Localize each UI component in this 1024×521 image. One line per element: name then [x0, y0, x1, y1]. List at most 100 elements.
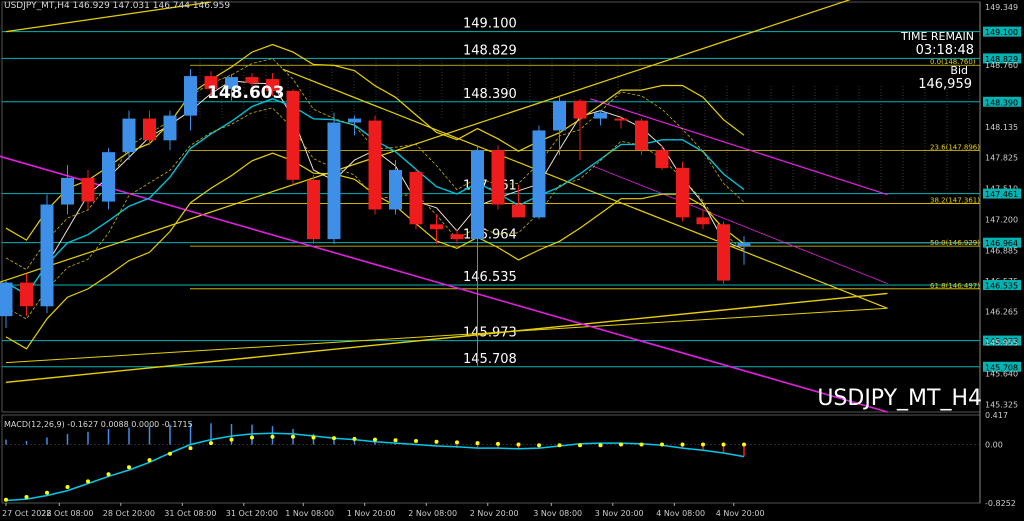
y-tick-label: 147.200	[985, 215, 1018, 224]
x-tick-label: 4 Nov 08:00	[656, 509, 705, 518]
candle-body	[184, 76, 197, 116]
candle-body	[61, 177, 74, 205]
macd-signal-dot	[188, 446, 193, 451]
macd-signal-dot	[537, 443, 541, 448]
macd-signal-dot	[86, 479, 90, 484]
candle-body	[102, 152, 115, 202]
x-tick-label: 2 Nov 08:00	[408, 509, 457, 518]
x-tick-label: 3 Nov 08:00	[533, 509, 582, 518]
level-label: 149.100	[463, 17, 517, 32]
candle-body	[594, 112, 607, 119]
candle-body	[81, 177, 95, 202]
y-tick-label: 147.825	[985, 154, 1018, 163]
macd-signal-dot	[496, 441, 500, 446]
candle-body	[348, 118, 361, 123]
macd-signal-dot	[270, 434, 275, 439]
macd-signal-dot	[393, 438, 398, 443]
macd-signal-dot	[660, 442, 664, 447]
candle-body	[368, 120, 382, 210]
time-remain-panel: TIME REMAIN 03:18:48	[901, 30, 974, 58]
fib-label: 61.8(146.497)	[930, 282, 980, 290]
candle-body	[430, 224, 443, 230]
macd-signal-dot	[701, 442, 705, 447]
x-tick-label: 28 Oct 20:00	[103, 509, 155, 518]
macd-signal-dot	[434, 439, 439, 444]
bid-label: Bid	[950, 64, 968, 77]
x-tick-label: 2 Nov 20:00	[470, 509, 519, 518]
macd-signal-dot	[24, 494, 29, 499]
macd-signal-dot	[229, 437, 234, 442]
macd-signal-dot	[557, 443, 562, 448]
price-chart[interactable]: 149.349 149.100 148.829 148.760 148.390 148.1…	[0, 0, 1024, 521]
macd-header: MACD(12,26,9) -0.1627 0.0088 0.0000 -0.1…	[4, 420, 193, 429]
trend-line	[5, 292, 888, 384]
trend-line	[590, 98, 888, 196]
candle-body	[307, 179, 320, 240]
macd-signal-dot	[475, 441, 480, 446]
candle-body	[327, 122, 341, 240]
macd-signal-dot	[352, 436, 357, 441]
y-tick-label: 145.325	[985, 401, 1018, 410]
x-tick-label: 1 Nov 08:00	[285, 509, 334, 518]
macd-signal-dot	[332, 436, 336, 441]
level-label: 146.535	[463, 270, 517, 285]
y-tick-label: 145.640	[985, 369, 1018, 378]
candle-body	[635, 120, 648, 151]
chart-header: USDJPY_MT,H4 146.929 147.031 146.744 146…	[4, 1, 231, 11]
time-remain-value: 03:18:48	[915, 43, 974, 58]
macd-signal-dot	[106, 472, 111, 477]
x-tick-label: 1 Nov 20:00	[347, 509, 396, 518]
y-tick-label: 146.885	[985, 246, 1018, 255]
candle-body	[0, 282, 13, 317]
macd-y-tick-label: 0.417	[985, 411, 1008, 420]
macd-signal-dot	[598, 443, 603, 448]
macd-signal-dot	[147, 458, 152, 463]
candle-body	[573, 100, 587, 119]
candle-body	[40, 204, 54, 307]
x-tick-label: 31 Oct 08:00	[164, 509, 216, 518]
macd-signal-dot	[168, 451, 172, 456]
y-tick-label: 146.535	[985, 282, 1018, 291]
macd-signal-dot	[311, 435, 316, 440]
y-tick-label: 149.349	[985, 3, 1018, 12]
candle-body	[20, 282, 33, 307]
candle-body	[614, 118, 628, 121]
macd-signal-dot	[742, 442, 746, 447]
macd-signal-dot	[578, 443, 582, 448]
price-callout: 148.603	[207, 83, 284, 103]
level-label: 148.829	[463, 43, 517, 58]
macd-signal-dot	[4, 497, 8, 502]
x-tick-label: 28 Oct 08:00	[41, 509, 93, 518]
bid-value: 146,959	[918, 77, 972, 92]
x-tick-label: 4 Nov 20:00	[716, 509, 765, 518]
macd-signal-dot	[127, 465, 131, 470]
y-tick-label: 148.390	[985, 98, 1018, 107]
fib-label: 23.6(147.896)	[930, 144, 980, 152]
macd-signal-dot	[455, 440, 459, 445]
candle-body	[717, 224, 730, 281]
macd-signal-dot	[373, 437, 377, 442]
candle-body	[512, 204, 525, 218]
candle-body	[737, 243, 751, 247]
macd-signal-dot	[680, 442, 685, 447]
macd-signal-dot	[414, 438, 418, 443]
candle-body	[553, 100, 566, 131]
symbol-label: USDJPY_MT_H4	[817, 386, 982, 411]
y-tick-label: 145.955	[985, 338, 1018, 347]
y-tick-label: 146.265	[985, 308, 1018, 317]
candle-body	[122, 118, 136, 153]
candle-body	[450, 234, 464, 240]
x-tick-label: 3 Nov 20:00	[595, 509, 644, 518]
candle-body	[389, 169, 402, 210]
macd-signal-dot	[619, 442, 623, 447]
x-tick-label: 31 Oct 20:00	[226, 509, 278, 518]
trend-line	[590, 164, 888, 284]
macd-signal-dot	[639, 442, 644, 447]
level-label: 145.708	[463, 352, 517, 367]
macd-signal-dot	[721, 442, 726, 447]
candle-body	[491, 150, 505, 205]
macd-y-tick-label: 0.00	[985, 441, 1003, 450]
y-tick-label: 148.135	[985, 123, 1018, 132]
macd-y-tick-label: -0.8252	[985, 499, 1016, 508]
macd-signal-dot	[209, 441, 213, 446]
